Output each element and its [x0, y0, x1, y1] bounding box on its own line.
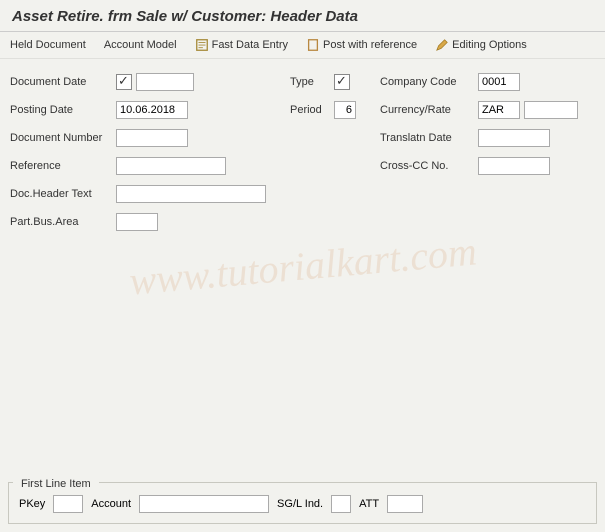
company-code-input[interactable] — [478, 73, 520, 91]
page-title: Asset Retire. frm Sale w/ Customer: Head… — [12, 8, 593, 25]
translatn-date-input[interactable] — [478, 129, 550, 147]
document-date-input[interactable] — [136, 73, 194, 91]
editing-options-label: Editing Options — [452, 39, 527, 51]
sgl-label: SG/L Ind. — [277, 498, 323, 510]
document-icon — [306, 38, 320, 52]
toolbar: Held Document Account Model Fast Data En… — [0, 32, 605, 59]
held-document-button[interactable]: Held Document — [10, 39, 86, 51]
currency-input[interactable] — [478, 101, 520, 119]
cross-cc-no-label: Cross-CC No. — [380, 160, 474, 172]
att-label: ATT — [359, 498, 379, 510]
part-bus-area-input[interactable] — [116, 213, 158, 231]
editing-options-button[interactable]: Editing Options — [435, 38, 527, 52]
document-number-label: Document Number — [10, 132, 112, 144]
cross-cc-no-input[interactable] — [478, 157, 550, 175]
doc-header-text-input[interactable] — [116, 185, 266, 203]
post-with-reference-button[interactable]: Post with reference — [306, 38, 417, 52]
account-model-button[interactable]: Account Model — [104, 39, 177, 51]
posting-date-label: Posting Date — [10, 104, 112, 116]
title-bar: Asset Retire. frm Sale w/ Customer: Head… — [0, 0, 605, 32]
reference-label: Reference — [10, 160, 112, 172]
sgl-input[interactable] — [331, 495, 351, 513]
document-date-required-icon — [116, 74, 132, 90]
pkey-label: PKey — [19, 498, 45, 510]
currency-rate-label: Currency/Rate — [380, 104, 474, 116]
pkey-input[interactable] — [53, 495, 83, 513]
form-content: Document Date Posting Date Document Numb… — [0, 59, 605, 245]
rate-input[interactable] — [524, 101, 578, 119]
type-required-icon — [334, 74, 350, 90]
period-label: Period — [290, 104, 330, 116]
posting-date-input[interactable] — [116, 101, 188, 119]
translatn-date-label: Translatn Date — [380, 132, 474, 144]
first-line-item-title: First Line Item — [13, 474, 99, 492]
period-input[interactable] — [334, 101, 356, 119]
fast-data-entry-button[interactable]: Fast Data Entry — [195, 38, 288, 52]
form-icon — [195, 38, 209, 52]
column-3: Company Code Currency/Rate Translatn Dat… — [380, 71, 578, 233]
company-code-label: Company Code — [380, 76, 474, 88]
document-number-input[interactable] — [116, 129, 188, 147]
part-bus-area-label: Part.Bus.Area — [10, 216, 112, 228]
post-with-reference-label: Post with reference — [323, 39, 417, 51]
pencil-icon — [435, 38, 449, 52]
first-line-item-panel: First Line Item PKey Account SG/L Ind. A… — [8, 482, 597, 524]
type-label: Type — [290, 76, 330, 88]
att-input[interactable] — [387, 495, 423, 513]
account-input[interactable] — [139, 495, 269, 513]
column-2: Type Period — [290, 71, 356, 233]
column-1: Document Date Posting Date Document Numb… — [10, 71, 266, 233]
account-label: Account — [91, 498, 131, 510]
reference-input[interactable] — [116, 157, 226, 175]
fast-data-entry-label: Fast Data Entry — [212, 39, 288, 51]
doc-header-text-label: Doc.Header Text — [10, 188, 112, 200]
document-date-label: Document Date — [10, 76, 112, 88]
